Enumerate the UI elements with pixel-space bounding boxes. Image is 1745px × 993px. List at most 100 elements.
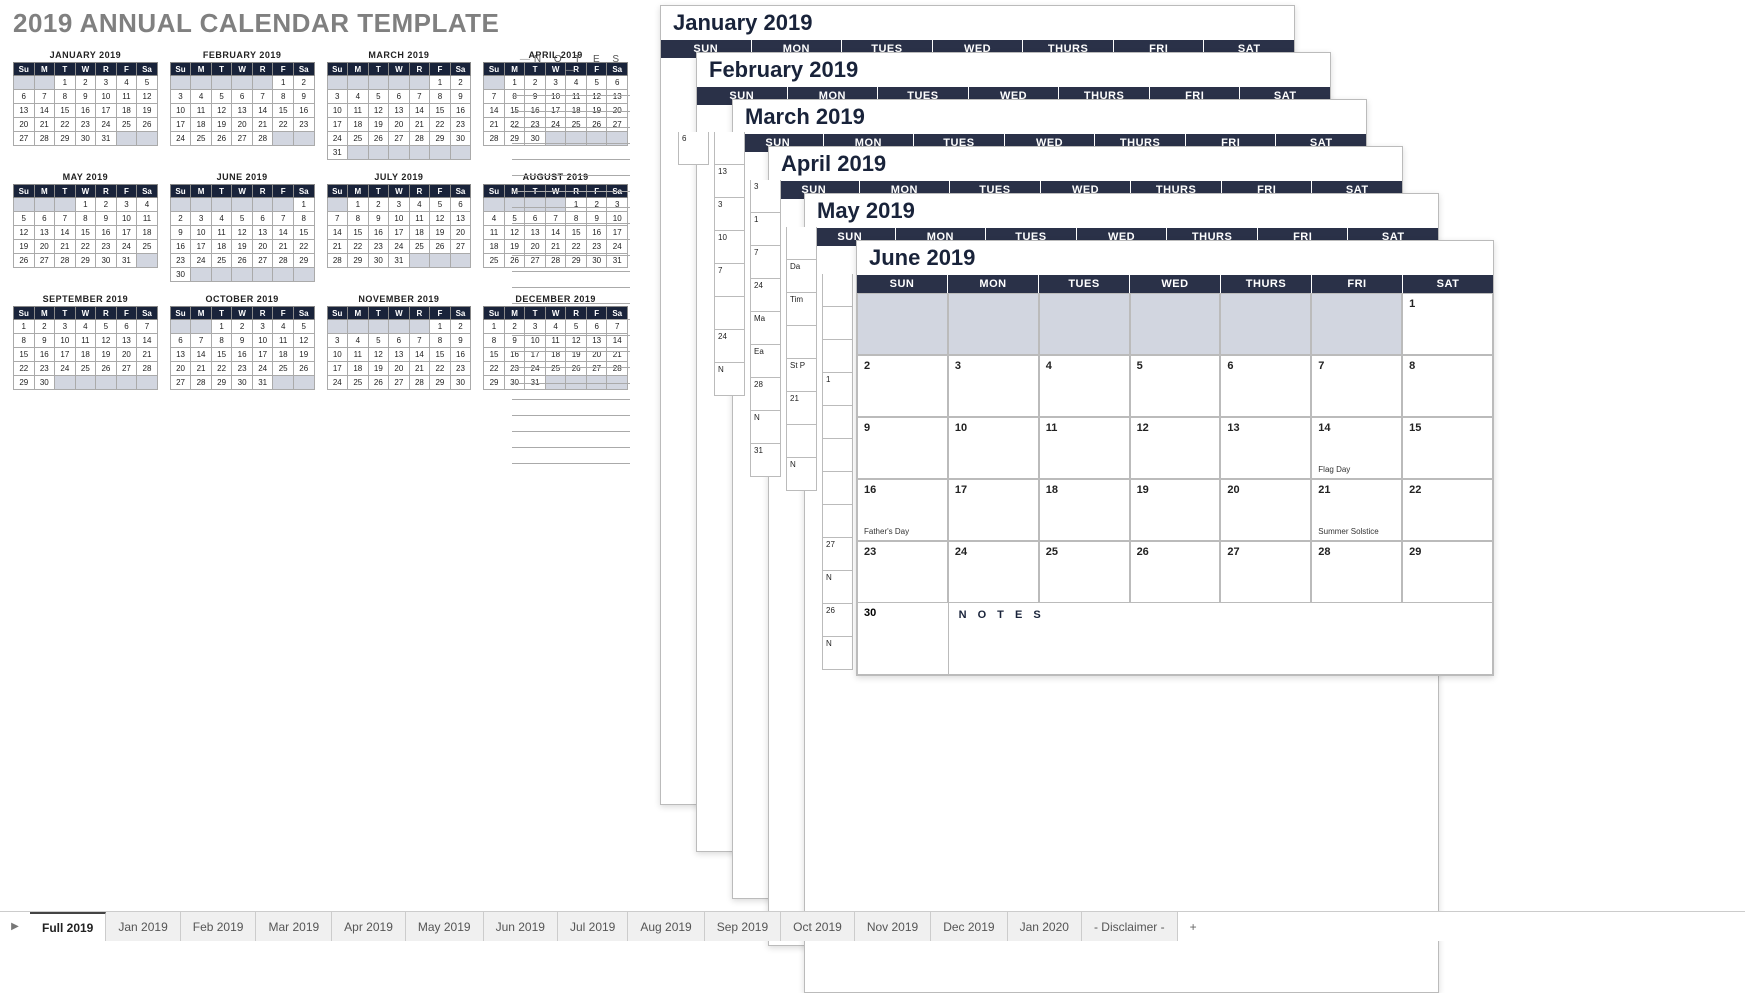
mini-day-cell: 13 xyxy=(14,104,35,118)
sheet-edge-peek: 31724MaEa28N31 xyxy=(750,180,781,477)
mini-day-header: Sa xyxy=(450,185,471,198)
event-label: Father's Day xyxy=(864,527,941,536)
mini-day-cell: 9 xyxy=(450,90,471,104)
note-line[interactable] xyxy=(512,384,630,400)
note-line[interactable] xyxy=(512,272,630,288)
calendar-day-cell[interactable]: 27 xyxy=(1220,541,1311,603)
calendar-day-cell[interactable]: 19 xyxy=(1130,479,1221,541)
calendar-day-cell[interactable]: 12 xyxy=(1130,417,1221,479)
mini-day-cell: 1 xyxy=(55,76,76,90)
calendar-day-cell[interactable]: 22 xyxy=(1402,479,1493,541)
mini-day-header: Sa xyxy=(293,185,314,198)
calendar-day-cell[interactable]: 6 xyxy=(1220,355,1311,417)
mini-day-cell: 2 xyxy=(34,320,55,334)
note-line[interactable] xyxy=(512,176,630,192)
calendar-day-cell[interactable] xyxy=(948,293,1039,355)
note-line[interactable] xyxy=(512,432,630,448)
note-line[interactable] xyxy=(512,112,630,128)
calendar-day-cell[interactable]: 30 xyxy=(858,603,949,674)
mini-day-cell: 28 xyxy=(273,254,294,268)
sheet-tab[interactable]: Full 2019 xyxy=(30,912,106,941)
day-number: 14 xyxy=(1318,422,1395,434)
note-line[interactable] xyxy=(512,192,630,208)
sheet-tab[interactable]: Oct 2019 xyxy=(781,912,855,941)
calendar-day-cell[interactable]: 28 xyxy=(1311,541,1402,603)
note-line[interactable] xyxy=(512,208,630,224)
calendar-day-cell[interactable]: 4 xyxy=(1039,355,1130,417)
calendar-day-cell[interactable]: 18 xyxy=(1039,479,1130,541)
note-line[interactable] xyxy=(512,80,630,96)
mini-calendar: JANUARY 2019SuMTWRFSa1234567891011121314… xyxy=(13,50,158,146)
sheet-tab[interactable]: May 2019 xyxy=(406,912,484,941)
calendar-day-cell[interactable]: 3 xyxy=(948,355,1039,417)
calendar-day-cell[interactable]: 21Summer Solstice xyxy=(1311,479,1402,541)
calendar-day-cell[interactable]: 29 xyxy=(1402,541,1493,603)
note-line[interactable] xyxy=(512,336,630,352)
note-line[interactable] xyxy=(512,160,630,176)
calendar-day-cell[interactable] xyxy=(1039,293,1130,355)
sheet-tab[interactable]: Jan 2019 xyxy=(106,912,180,941)
note-line[interactable] xyxy=(512,288,630,304)
calendar-day-cell[interactable]: 5 xyxy=(1130,355,1221,417)
mini-day-header: Su xyxy=(170,185,191,198)
sheet-tab[interactable]: Sep 2019 xyxy=(705,912,781,941)
calendar-day-cell[interactable]: 23 xyxy=(857,541,948,603)
sheet-tab[interactable]: Jun 2019 xyxy=(484,912,558,941)
calendar-day-cell[interactable]: 26 xyxy=(1130,541,1221,603)
note-line[interactable] xyxy=(512,352,630,368)
sheet-tab[interactable]: Jan 2020 xyxy=(1008,912,1082,941)
calendar-day-cell[interactable]: 9 xyxy=(857,417,948,479)
mini-day-cell: 11 xyxy=(137,212,158,226)
note-line[interactable] xyxy=(512,128,630,144)
note-line[interactable] xyxy=(512,448,630,464)
sheet-tab[interactable]: Jul 2019 xyxy=(558,912,628,941)
note-line[interactable] xyxy=(512,96,630,112)
month-notes-label[interactable]: N O T E S xyxy=(949,603,1492,674)
note-line[interactable] xyxy=(512,416,630,432)
calendar-day-cell[interactable]: 20 xyxy=(1220,479,1311,541)
mini-day-cell: 26 xyxy=(368,132,389,146)
note-line[interactable] xyxy=(512,368,630,384)
mini-day-header: F xyxy=(273,63,294,76)
calendar-day-cell[interactable]: 13 xyxy=(1220,417,1311,479)
sheet-tab[interactable]: Dec 2019 xyxy=(931,912,1007,941)
calendar-day-cell[interactable]: 7 xyxy=(1311,355,1402,417)
sheet-tab[interactable]: - Disclaimer - xyxy=(1082,912,1178,941)
mini-day-cell: 29 xyxy=(211,376,232,390)
calendar-day-cell[interactable]: 2 xyxy=(857,355,948,417)
note-line[interactable] xyxy=(512,304,630,320)
calendar-day-cell[interactable] xyxy=(1130,293,1221,355)
notes-heading: N O T E S xyxy=(510,54,630,76)
sheet-tab[interactable]: Mar 2019 xyxy=(256,912,332,941)
calendar-day-cell[interactable]: 8 xyxy=(1402,355,1493,417)
calendar-day-cell[interactable]: 1 xyxy=(1402,293,1493,355)
calendar-day-cell[interactable] xyxy=(1311,293,1402,355)
calendar-day-cell[interactable]: 25 xyxy=(1039,541,1130,603)
calendar-day-cell[interactable] xyxy=(857,293,948,355)
sheet-tab[interactable]: Aug 2019 xyxy=(628,912,704,941)
mini-day-cell xyxy=(137,132,158,146)
note-line[interactable] xyxy=(512,320,630,336)
mini-day-header: W xyxy=(389,185,410,198)
day-number: 25 xyxy=(1046,546,1123,558)
sheet-tab[interactable]: Feb 2019 xyxy=(181,912,257,941)
note-line[interactable] xyxy=(512,144,630,160)
note-line[interactable] xyxy=(512,240,630,256)
calendar-day-cell[interactable]: 17 xyxy=(948,479,1039,541)
mini-day-cell: 27 xyxy=(389,376,410,390)
note-line[interactable] xyxy=(512,400,630,416)
calendar-day-cell[interactable]: 15 xyxy=(1402,417,1493,479)
sheet-tab[interactable]: Apr 2019 xyxy=(332,912,406,941)
calendar-day-cell[interactable]: 24 xyxy=(948,541,1039,603)
calendar-day-cell[interactable]: 11 xyxy=(1039,417,1130,479)
note-line[interactable] xyxy=(512,224,630,240)
calendar-day-cell[interactable]: 14Flag Day xyxy=(1311,417,1402,479)
add-sheet-button[interactable]: + xyxy=(1178,920,1209,934)
calendar-day-cell[interactable] xyxy=(1220,293,1311,355)
sheet-tab[interactable]: Nov 2019 xyxy=(855,912,931,941)
tab-nav-icon[interactable]: ▶ xyxy=(0,921,30,932)
note-line[interactable] xyxy=(512,256,630,272)
calendar-day-cell[interactable]: 16Father's Day xyxy=(857,479,948,541)
calendar-day-cell[interactable]: 10 xyxy=(948,417,1039,479)
mini-day-header: Su xyxy=(327,307,348,320)
